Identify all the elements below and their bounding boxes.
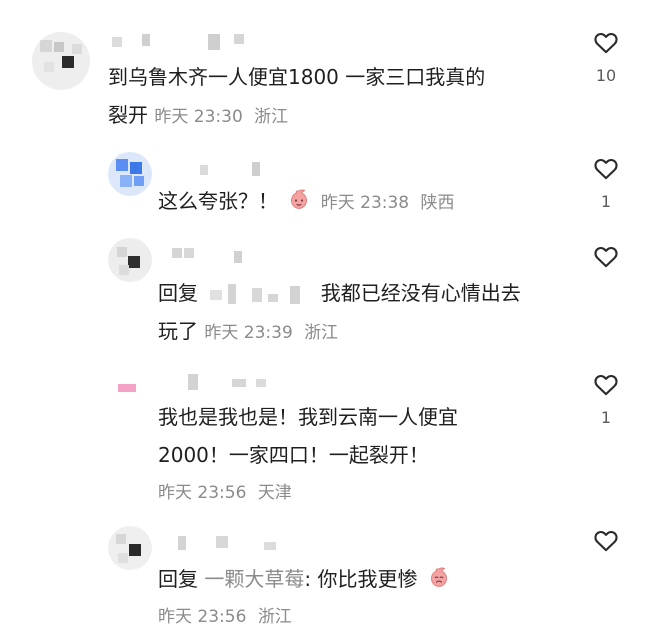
- reply-prefix: 回复: [158, 567, 198, 591]
- comment-text-line-1: 我都已经没有心情出去: [320, 281, 521, 305]
- username-pixelated[interactable]: [112, 34, 252, 52]
- like-count: 10: [595, 66, 617, 85]
- comment-meta: 昨天 23:56 浙江: [158, 598, 454, 636]
- like-area[interactable]: [586, 526, 626, 554]
- reply-line-1: 回复 一颗大草莓: 你比我更惨: [158, 560, 454, 598]
- username-pixelated[interactable]: [172, 374, 312, 392]
- heart-outline-icon[interactable]: [591, 28, 621, 56]
- comment-text: 这么夸张？！: [158, 189, 278, 213]
- comment-text-line-2: 裂开: [108, 103, 148, 127]
- comment-time: 昨天 23:39: [204, 323, 293, 343]
- comment-text: 这么夸张？！ 昨天 23:38 陕西: [158, 182, 455, 222]
- comment-location: 浙江: [304, 323, 339, 343]
- comment-location: 天津: [257, 483, 292, 503]
- heart-outline-icon[interactable]: [591, 242, 621, 270]
- avatar[interactable]: [108, 370, 152, 414]
- heart-outline-icon[interactable]: [591, 370, 621, 398]
- comment-text-line-1: 我也是我也是！我到云南一人便宜: [158, 405, 458, 429]
- comment-text-line-2-with-meta: 裂开 昨天 23:30 浙江: [108, 96, 485, 136]
- comment-location: 浙江: [257, 607, 292, 627]
- like-area[interactable]: 1: [586, 370, 626, 427]
- reply-line-1: 回复 我都已经没有心情出去: [158, 274, 521, 312]
- avatar[interactable]: [32, 32, 90, 90]
- reply-target-pixelated[interactable]: [210, 283, 310, 306]
- peach-face-emoji-icon: [291, 189, 308, 209]
- username-pixelated[interactable]: [172, 162, 292, 180]
- comment-meta: 昨天 23:39 浙江: [204, 323, 338, 343]
- comment-meta: 昨天 23:30 浙江: [154, 107, 288, 127]
- comment-location: 陕西: [420, 193, 455, 213]
- reply-line-2-with-meta: 玩了 昨天 23:39 浙江: [158, 312, 521, 352]
- avatar[interactable]: [108, 526, 152, 570]
- comment-location: 浙江: [254, 107, 289, 127]
- peach-face-emoji-icon: [430, 567, 447, 587]
- comment-time: 昨天 23:30: [154, 107, 243, 127]
- like-area[interactable]: 1: [586, 154, 626, 211]
- comment-text-line-2: 玩了: [158, 319, 198, 343]
- comment-text-line-2: 2000！一家四口！一起裂开！: [158, 443, 429, 467]
- avatar[interactable]: [108, 152, 152, 196]
- comment-text: 回复 一颗大草莓: 你比我更惨 昨天 23:56 浙江: [158, 560, 454, 636]
- reply-target[interactable]: 一颗大草莓: [204, 567, 304, 591]
- username-pixelated[interactable]: [172, 536, 312, 554]
- comment-text: 到乌鲁木齐一人便宜1800 一家三口我真的 裂开 昨天 23:30 浙江: [108, 58, 485, 136]
- comment-meta: 昨天 23:56 天津: [158, 474, 458, 512]
- like-count: 1: [600, 408, 612, 427]
- reply-prefix: 回复: [158, 281, 198, 305]
- like-area[interactable]: [586, 242, 626, 270]
- username-pixelated[interactable]: [172, 248, 292, 266]
- comment-time: 昨天 23:38: [320, 193, 410, 213]
- like-area[interactable]: 10: [586, 28, 626, 85]
- avatar[interactable]: [108, 238, 152, 282]
- heart-outline-icon[interactable]: [591, 526, 621, 554]
- comment-text: 回复 我都已经没有心情出去 玩了 昨天 23:39 浙江: [158, 274, 521, 352]
- comment-time: 昨天 23:56: [158, 607, 247, 627]
- like-count: 1: [600, 192, 612, 211]
- comment-text-line-1: 到乌鲁木齐一人便宜1800 一家三口我真的: [108, 65, 486, 89]
- comment-text: : 你比我更惨: [304, 567, 418, 591]
- comment-meta: 昨天 23:38 陕西: [321, 193, 455, 213]
- comment-text: 我也是我也是！我到云南一人便宜 2000！一家四口！一起裂开！ 昨天 23:56…: [158, 398, 458, 512]
- comment-time: 昨天 23:56: [158, 483, 247, 503]
- heart-outline-icon[interactable]: [591, 154, 621, 182]
